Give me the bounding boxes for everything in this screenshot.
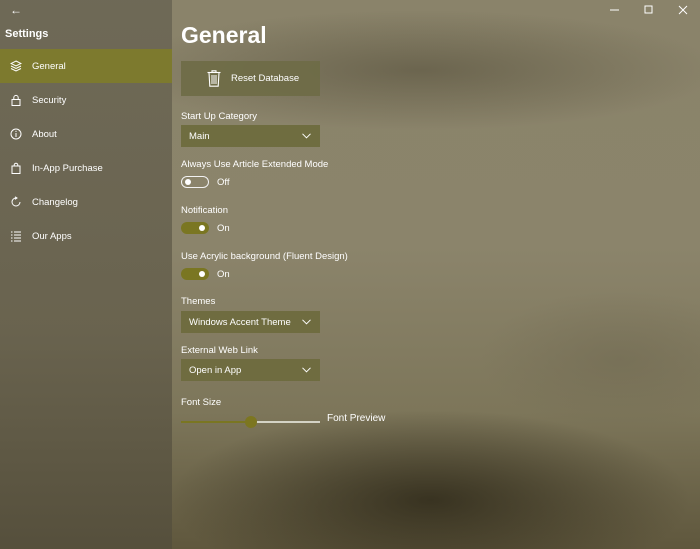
- shopping-bag-icon: [10, 162, 22, 174]
- themes-dropdown[interactable]: Windows Accent Theme: [181, 311, 320, 333]
- acrylic-label: Use Acrylic background (Fluent Design): [181, 251, 348, 262]
- sidebar-item-about[interactable]: About: [0, 117, 172, 151]
- acrylic-state: On: [217, 268, 230, 280]
- sidebar-item-changelog[interactable]: Changelog: [0, 185, 172, 219]
- notification-toggle[interactable]: [181, 222, 209, 234]
- sidebar: ← Settings General Security About In-App: [0, 0, 172, 549]
- settings-content: General Reset Database Start Up Category…: [181, 0, 681, 549]
- reset-database-button[interactable]: Reset Database: [181, 61, 320, 96]
- sidebar-item-label: Changelog: [32, 196, 78, 208]
- sidebar-item-label: About: [32, 128, 57, 140]
- toggle-knob: [185, 179, 191, 185]
- back-button[interactable]: ←: [6, 2, 26, 18]
- page-title: General: [181, 22, 267, 48]
- list-icon: [10, 230, 22, 242]
- themes-value: Windows Accent Theme: [189, 316, 291, 328]
- themes-label: Themes: [181, 296, 216, 307]
- slider-thumb[interactable]: [245, 416, 257, 428]
- refresh-icon: [10, 196, 22, 208]
- sidebar-item-label: General: [32, 60, 66, 72]
- extended-mode-toggle-row: Off: [181, 176, 230, 188]
- sidebar-item-general[interactable]: General: [0, 49, 172, 83]
- startup-category-label: Start Up Category: [181, 111, 258, 122]
- toggle-knob: [199, 225, 205, 231]
- back-arrow-icon: ←: [10, 3, 22, 17]
- sidebar-item-label: Security: [32, 94, 67, 106]
- extended-mode-label: Always Use Article Extended Mode: [181, 159, 329, 170]
- chevron-down-icon: [302, 319, 311, 325]
- info-icon: [10, 128, 22, 140]
- notification-label: Notification: [181, 205, 228, 216]
- slider-fill: [181, 421, 251, 423]
- font-size-label: Font Size: [181, 397, 222, 408]
- trash-icon: [207, 70, 221, 87]
- reset-database-label: Reset Database: [231, 73, 300, 84]
- startup-category-dropdown[interactable]: Main: [181, 125, 320, 147]
- acrylic-toggle-row: On: [181, 268, 230, 280]
- sidebar-item-in-app-purchase[interactable]: In-App Purchase: [0, 151, 172, 185]
- startup-category-value: Main: [189, 130, 210, 142]
- layers-icon: [10, 60, 22, 72]
- extended-mode-toggle[interactable]: [181, 176, 209, 188]
- external-link-dropdown[interactable]: Open in App: [181, 359, 320, 381]
- app-title: Settings: [5, 28, 49, 40]
- lock-icon: [10, 94, 22, 106]
- chevron-down-icon: [302, 367, 311, 373]
- font-size-slider[interactable]: [181, 414, 321, 430]
- acrylic-toggle[interactable]: [181, 268, 209, 280]
- sidebar-item-label: In-App Purchase: [32, 162, 103, 174]
- extended-mode-state: Off: [217, 176, 230, 188]
- notification-state: On: [217, 222, 230, 234]
- sidebar-item-security[interactable]: Security: [0, 83, 172, 117]
- sidebar-item-our-apps[interactable]: Our Apps: [0, 219, 172, 253]
- font-preview-text: Font Preview: [327, 413, 386, 424]
- sidebar-item-label: Our Apps: [32, 230, 72, 242]
- toggle-knob: [199, 271, 205, 277]
- chevron-down-icon: [302, 133, 311, 139]
- sidebar-nav: General Security About In-App Purchase C…: [0, 49, 172, 253]
- external-link-label: External Web Link: [181, 345, 258, 356]
- external-link-value: Open in App: [189, 364, 242, 376]
- notification-toggle-row: On: [181, 222, 230, 234]
